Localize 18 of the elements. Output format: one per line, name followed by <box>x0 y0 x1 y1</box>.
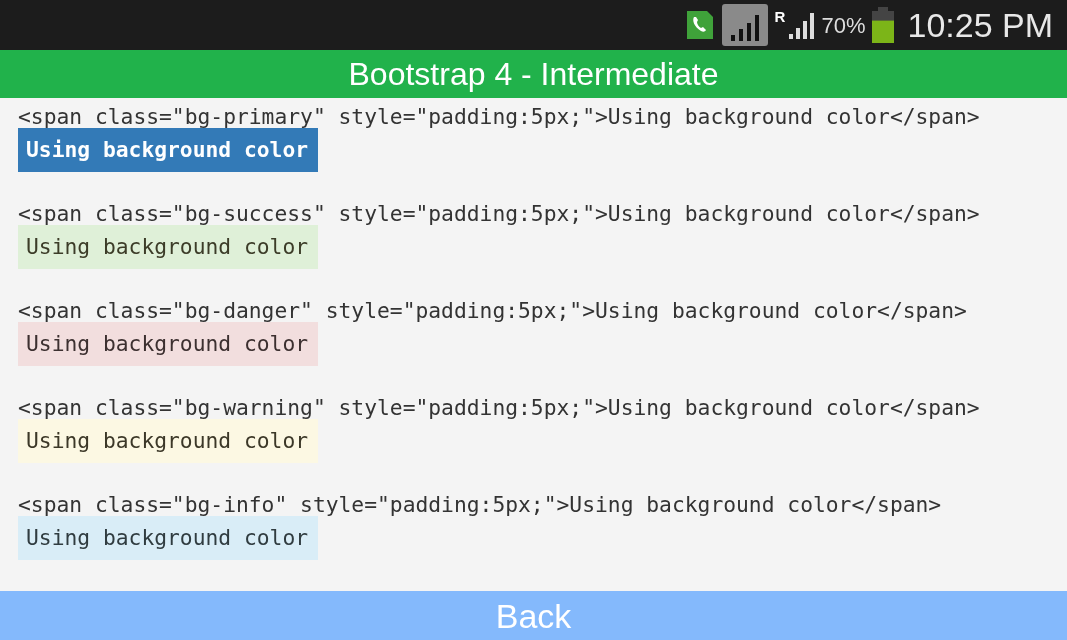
background-color-sample: Using background color <box>18 128 318 172</box>
battery-percentage: 70% <box>821 11 866 40</box>
code-line: <span class="bg-info" style="padding:5px;">Using background color</span> <box>18 494 942 516</box>
background-color-sample: Using background color <box>18 322 318 366</box>
background-color-sample: Using background color <box>18 516 318 560</box>
app-title: Bootstrap 4 - Intermediate <box>348 55 719 94</box>
background-color-sample: Using background color <box>18 225 318 269</box>
signal-icon <box>720 3 769 47</box>
phone-call-icon <box>684 9 715 41</box>
background-color-sample: Using background color <box>18 419 318 463</box>
code-line: <span class="bg-danger" style="padding:5px;">Using background color</span> <box>18 300 967 322</box>
code-line: <span class="bg-primary" style="padding:5px;">Using background color</span> <box>18 106 980 128</box>
back-button[interactable]: Back <box>0 591 1067 640</box>
roaming-indicator: R <box>774 9 786 24</box>
code-line: <span class="bg-warning" style="padding:5px;">Using background color</span> <box>18 397 980 419</box>
code-line: <span class="bg-success" style="padding:5px;">Using background color</span> <box>18 203 980 225</box>
battery-icon <box>871 7 896 43</box>
clock-time: 10:25 PM <box>907 4 1053 46</box>
